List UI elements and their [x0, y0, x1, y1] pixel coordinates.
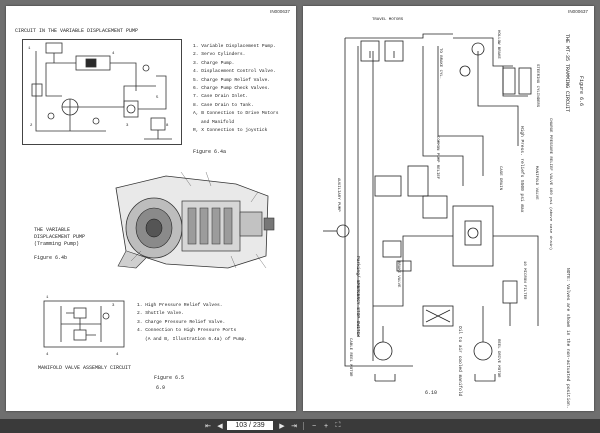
legend-item: 3. Charge Pump.	[193, 60, 235, 66]
hollow-brake-label: HOLLOW BRAKE	[496, 30, 500, 59]
figure-caption-6-5: Figure 6.5	[154, 375, 185, 381]
legend-item: (A and B, Illustration 6.4a) of Pump.	[145, 336, 247, 342]
reel-drive-motor-symbol	[473, 341, 493, 361]
to-brake-cyl-label: TO BRAKE CYL.	[438, 48, 442, 80]
zoom-out-icon[interactable]: −	[309, 421, 319, 431]
zoom-in-icon[interactable]: +	[321, 421, 331, 431]
oil-cooler-label: Oil to air cooled manifold	[457, 326, 462, 397]
pdf-toolbar: ⇤ ◀ 103 / 239 ▶ ⇥ − + ⛶	[0, 419, 600, 433]
pump-legend: 1. Variable Displacement Pump. 2. Servo …	[193, 43, 278, 135]
auxiliary-pump-label: AUXILIARY PUMP	[336, 178, 340, 212]
case-drain-label: CASE DRAIN	[498, 166, 502, 191]
fullscreen-icon[interactable]: ⛶	[333, 421, 343, 431]
last-page-icon[interactable]: ⇥	[289, 421, 299, 431]
toolbar-divider	[303, 422, 304, 430]
svg-text:3: 3	[126, 124, 129, 128]
note-text: NOTE: Valves are shown in the non-actuat…	[565, 268, 570, 409]
reel-drive-label: REEL DRIVE MOTOR	[496, 339, 500, 378]
svg-text:1: 1	[46, 296, 49, 300]
total-pages: 239	[252, 422, 265, 429]
legend-item: 1. High Pressure Relief Valves.	[137, 303, 223, 308]
legend-item: 4. Connection to High Pressure Ports	[137, 328, 237, 334]
legend-item: 1. Variable Displacement Pump.	[193, 44, 276, 49]
steering-cylinders-label: STEERING CYLINDERS	[535, 64, 539, 108]
page-number-field[interactable]: 103 / 239	[227, 421, 273, 430]
svg-text:4: 4	[46, 353, 49, 357]
legend-item: R, X Connection to joystick	[193, 128, 268, 134]
legend-item: 7. Case Drain Inlet.	[193, 94, 249, 100]
svg-text:4: 4	[112, 52, 115, 56]
current-page[interactable]: 103	[235, 422, 247, 429]
high-pressure-label: High Press. reliefs 5500 psi max	[519, 126, 524, 213]
figure-caption-6-4a: Figure 6.4a	[193, 149, 227, 155]
page-separator: /	[249, 422, 251, 429]
svg-text:3: 3	[112, 304, 115, 308]
svg-text:4: 4	[116, 353, 119, 357]
legend-item: A, B Connection to Drive Motors	[193, 111, 279, 117]
circuit-title: THE MT-35 TRAMMING CIRCUIT	[564, 34, 570, 113]
svg-text:2: 2	[30, 124, 33, 128]
legend-item: 4. Displacement Control Valve.	[193, 69, 276, 75]
legend-item: 6. Charge Pump Check Valves.	[193, 86, 271, 92]
legend-item: 2. Servo Cylinders.	[193, 52, 246, 58]
right-page: IN000637 TRAVEL MOTORS TO BRAKE CYL. HOL…	[303, 6, 594, 411]
page-number: 6.9	[156, 385, 166, 391]
svg-text:8: 8	[166, 124, 169, 128]
filter-label: 10 MICRON FILTER	[522, 261, 526, 300]
travel-motors-label: TRAVEL MOTORS	[372, 18, 404, 22]
svg-text:5: 5	[156, 96, 159, 100]
manifold-heading: MANIFOLD VALVE ASSEMBLY CIRCUIT	[38, 365, 132, 371]
legend-item: 5. Charge Pump Relief Valve.	[193, 77, 271, 83]
svg-text:1: 1	[28, 47, 31, 51]
figure-caption-6-4b: Figure 6.4b	[34, 255, 68, 261]
parking-brake-label: Parking/ EMERGENCY STOP SWITCH	[355, 256, 360, 338]
cable-reel-label: CABLE REEL MOTOR	[348, 338, 352, 377]
charge-pump-symbol	[123, 100, 139, 118]
figure-caption-6-6: Figure 6.6	[578, 76, 584, 107]
first-page-icon[interactable]: ⇤	[203, 421, 213, 431]
pump-caption-line3: (Tramming Pump)	[34, 241, 80, 247]
legend-item: and Manifold	[201, 119, 235, 125]
legend-item: 3. Charge Pressure Relief Valve.	[137, 319, 226, 325]
legend-item: 8. Case Drain to Tank.	[193, 102, 254, 108]
legend-item: 2. Shuttle Valve.	[137, 311, 184, 317]
charge-pressure-label: CHARGE PRESSURE RELIEF VALVE 160 psi (ab…	[548, 118, 552, 251]
valve-block	[374, 175, 402, 197]
pump-cutaway-illustration	[115, 171, 275, 269]
previous-page-icon[interactable]: ◀	[215, 421, 225, 431]
left-page: IN000637 CIRCUIT IN THE VARIABLE DISPLAC…	[6, 6, 296, 411]
next-page-icon[interactable]: ▶	[277, 421, 287, 431]
brake-valve-label: BRAKE VALVE	[396, 261, 400, 288]
manifold-valve-label: MANIFOLD VALVE	[534, 166, 538, 200]
manifold-legend: 1. High Pressure Relief Valves. 2. Shutt…	[137, 302, 247, 344]
cable-reel-motor-symbol	[373, 341, 393, 361]
common-pump-relief-label: COMMON PUMP RELIEF	[435, 136, 439, 180]
page-number: 6.10	[425, 390, 438, 396]
manifold-valve-block	[452, 205, 494, 267]
